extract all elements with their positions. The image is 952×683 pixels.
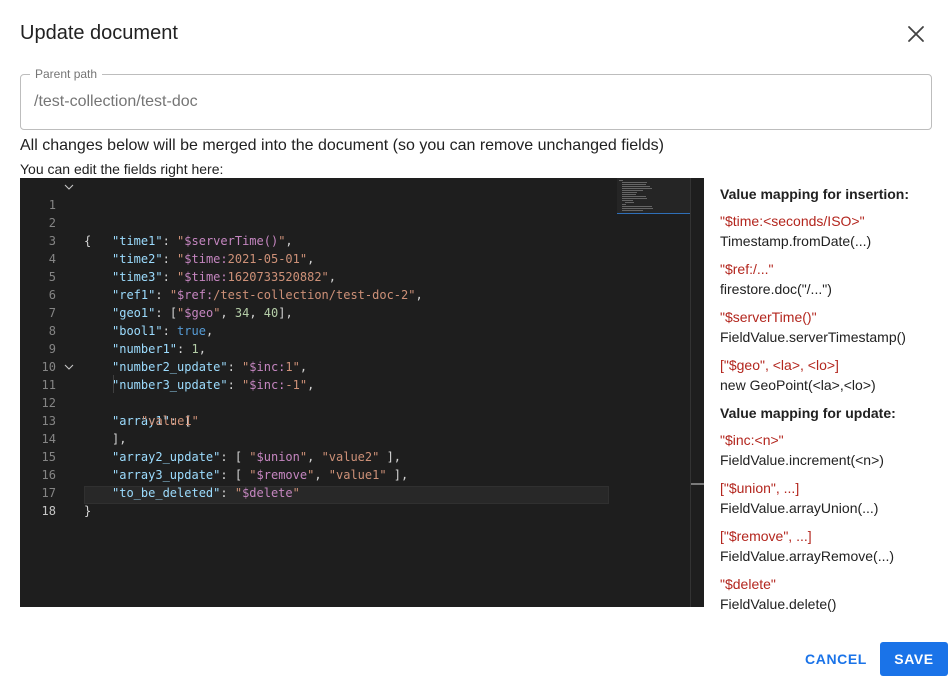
- code-line-3: 3 "time2": "$time:2021-05-01",: [48, 234, 315, 266]
- mapping-item: "$inc:<n>" FieldValue.increment(<n>): [720, 432, 884, 468]
- scrollbar-position-marker: [691, 483, 704, 485]
- close-icon: [908, 26, 924, 42]
- code-line-10: 10 "number3_update": "$inc:-1",: [41, 360, 315, 392]
- edit-note: You can edit the fields right here:: [20, 161, 224, 177]
- dialog-title: Update document: [20, 22, 178, 44]
- mapping-item: "$ref:/..." firestore.doc("/..."): [720, 261, 832, 297]
- code-line-12: 12 "value1": [41, 396, 199, 428]
- save-button[interactable]: SAVE: [880, 642, 948, 676]
- code-line-2: 2 "time1": "$serverTime()",: [48, 216, 293, 248]
- code-line-9: 9 "number2_update": "$inc:1",: [48, 342, 308, 374]
- code-line-1: 1 {: [20, 178, 630, 248]
- mapping-item: "$serverTime()" FieldValue.serverTimesta…: [720, 309, 906, 345]
- close-button[interactable]: [902, 20, 930, 48]
- vertical-scrollbar[interactable]: [690, 178, 704, 607]
- code-line-6: 6 "geo1": ["$geo", 34, 40],: [48, 288, 293, 320]
- value-mapping-panel: Value mapping for insertion: "$time:<sec…: [720, 184, 945, 622]
- code-editor[interactable]: 1 { 2 "time1": "$serverTime()", 3 "time2…: [20, 178, 704, 607]
- update-mapping-heading: Value mapping for update:: [720, 405, 896, 421]
- code-line-11: 11 "array1": [: [20, 358, 630, 428]
- parent-path-label: Parent path: [30, 67, 103, 81]
- code-line-8: 8 "number1": 1,: [48, 324, 206, 356]
- merge-note: All changes below will be merged into th…: [20, 137, 664, 154]
- cancel-button[interactable]: CANCEL: [800, 642, 872, 676]
- mapping-item: ["$remove", ...] FieldValue.arrayRemove(…: [720, 528, 895, 564]
- parent-path-field: Parent path: [20, 67, 932, 130]
- mapping-item: "$time:<seconds/ISO>" Timestamp.fromDate…: [720, 213, 872, 249]
- chevron-down-icon[interactable]: [64, 182, 74, 192]
- code-line-15: 15 "array3_update": [ "$remove", "value1…: [41, 450, 409, 482]
- mapping-item: "$delete" FieldValue.delete(): [720, 576, 837, 612]
- code-line-17: 17 }: [41, 486, 92, 518]
- parent-path-input[interactable]: [34, 93, 914, 111]
- code-line-16: 16 "to_be_deleted": "$delete": [41, 468, 300, 500]
- code-line-7: 7 "bool1": true,: [48, 306, 214, 338]
- code-line-14: 14 "array2_update": [ "$union", "value2"…: [41, 432, 402, 464]
- code-line-18: 18: [41, 504, 56, 518]
- mapping-item: ["$union", ...] FieldValue.arrayUnion(..…: [720, 480, 879, 516]
- code-line-5: 5 "ref1": "$ref:/test-collection/test-do…: [48, 270, 423, 302]
- minimap[interactable]: [617, 178, 689, 214]
- chevron-down-icon[interactable]: [64, 362, 74, 372]
- code-line-4: 4 "time3": "$time:1620733520882",: [48, 252, 337, 284]
- insertion-mapping-heading: Value mapping for insertion:: [720, 186, 910, 202]
- code-line-13: 13 ],: [41, 414, 127, 446]
- mapping-item: ["$geo", <la>, <lo>] new GeoPoint(<la>,<…: [720, 357, 876, 393]
